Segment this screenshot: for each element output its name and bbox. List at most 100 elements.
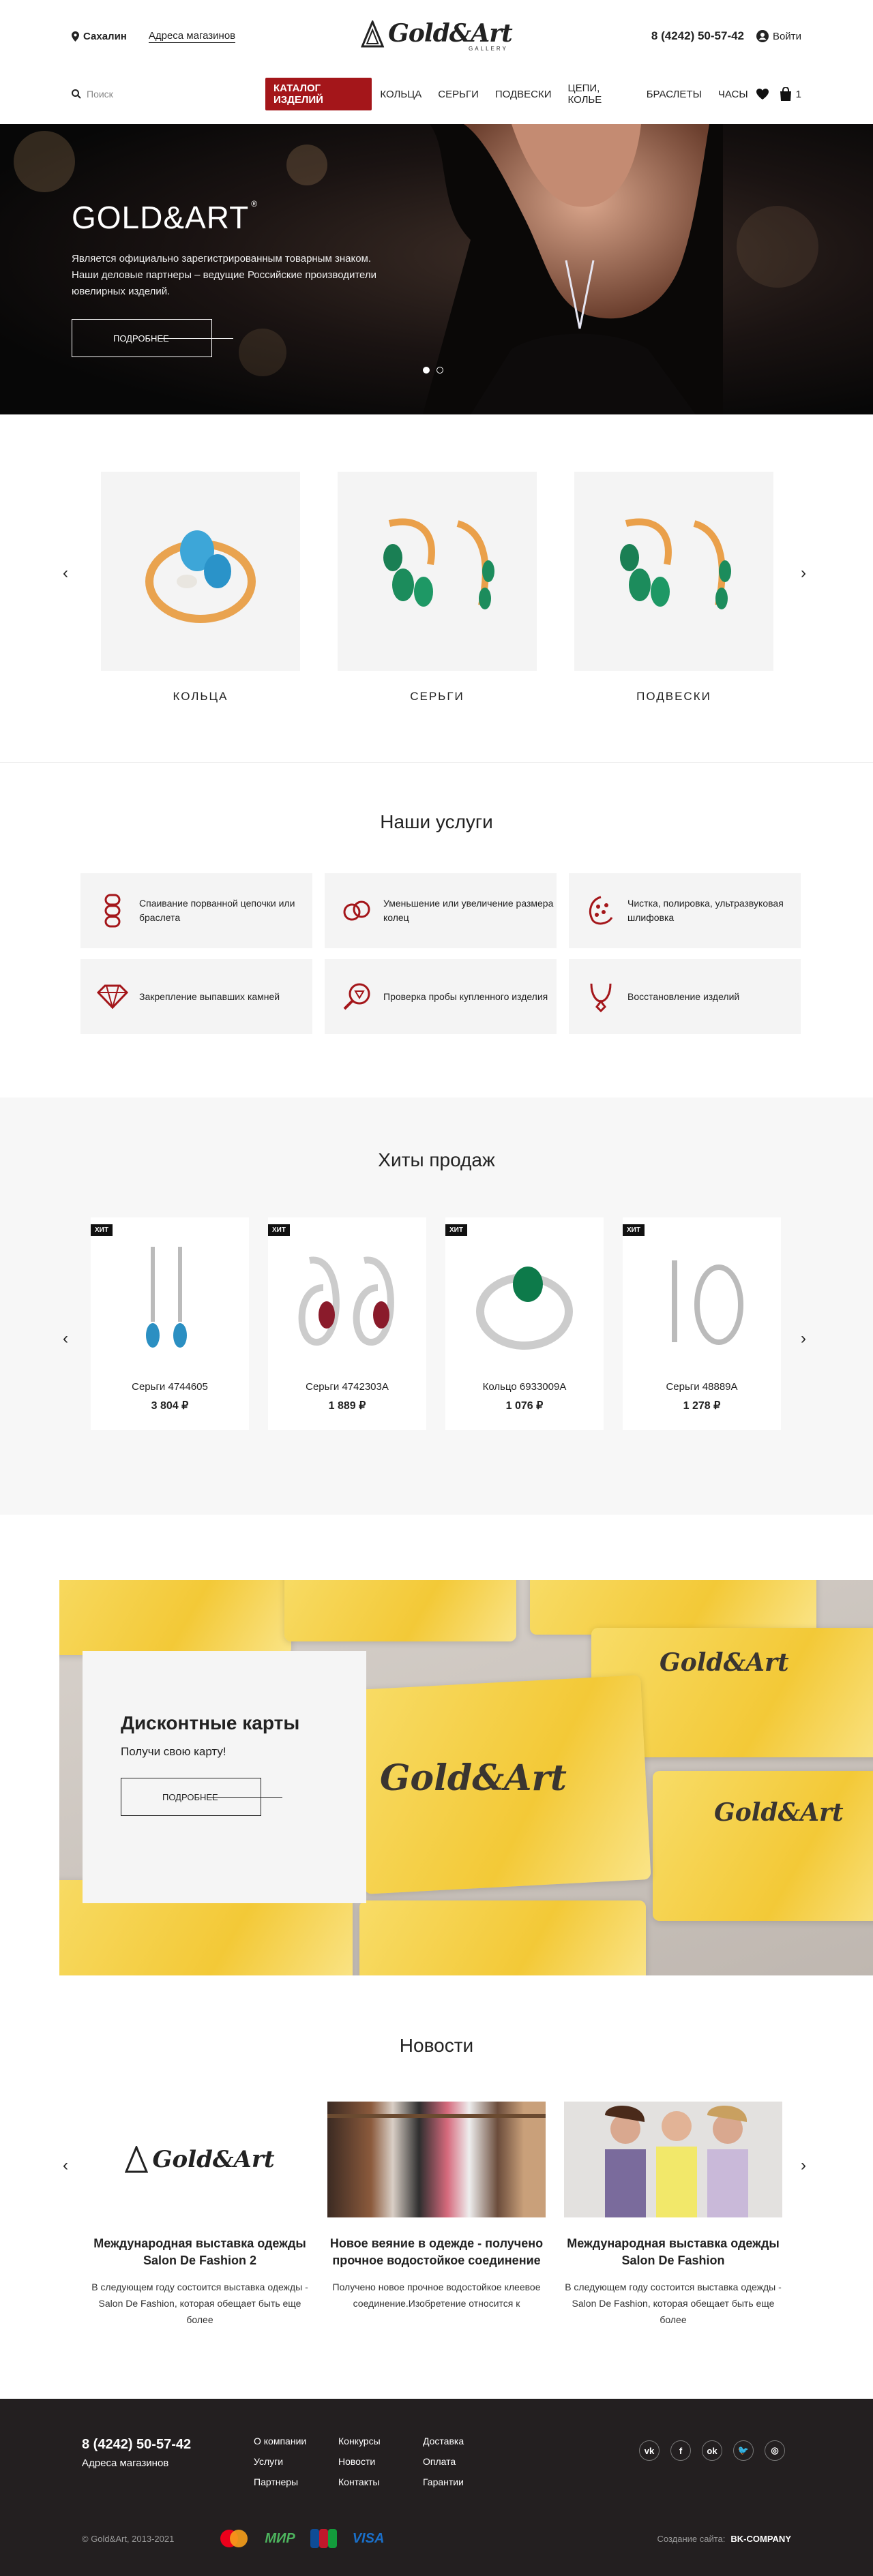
logo-triangle-icon [125, 2146, 149, 2173]
service-card[interactable]: Уменьшение или увеличение размера колец [325, 873, 557, 948]
menu-item-earrings[interactable]: СЕРЬГИ [430, 84, 487, 105]
menu-item-pendants[interactable]: ПОДВЕСКИ [487, 84, 560, 105]
news-next-arrow[interactable]: › [801, 2156, 806, 2175]
hero-slider-dots [423, 367, 443, 374]
service-card[interactable]: Закрепление выпавших камней [80, 959, 312, 1034]
news-image [564, 2102, 782, 2217]
footer-link-services[interactable]: Услуги [254, 2456, 338, 2467]
product-image [623, 1237, 781, 1366]
card-decor [359, 1900, 646, 1975]
slider-dot-active[interactable] [423, 367, 430, 374]
login-button[interactable]: Войти [756, 30, 801, 42]
footer-link-about[interactable]: О компании [254, 2436, 338, 2446]
menu-item-watches[interactable]: ЧАСЫ [710, 84, 756, 105]
logo-text: Gold&Art [388, 19, 513, 48]
user-icon [756, 30, 769, 42]
product-image [268, 1237, 426, 1366]
menu-item-chains[interactable]: ЦЕПИ, КОЛЬЕ [560, 78, 638, 110]
bokeh-light [14, 131, 75, 192]
news-item[interactable]: Gold&Art Международная выставка одежды S… [91, 2102, 309, 2328]
footer-link-payment[interactable]: Оплата [423, 2456, 507, 2467]
product-card[interactable]: ХИТ Серьги 48889А 1 278 ₽ [623, 1217, 781, 1430]
registered-mark: ® [251, 199, 258, 209]
search-placeholder: Поиск [87, 89, 113, 100]
menu-item-catalog[interactable]: КАТАЛОГ ИЗДЕЛИЙ [265, 78, 372, 110]
news-excerpt: В следующем году состоится выставка одеж… [565, 2282, 782, 2325]
models-image [564, 2102, 782, 2217]
news-headline: Международная выставка одежды Salon De F… [93, 2237, 306, 2267]
footer-link-partners[interactable]: Партнеры [254, 2476, 338, 2487]
slider-dot[interactable] [436, 367, 443, 374]
site-footer: 8 (4242) 50-57-42 Адреса магазинов О ком… [0, 2399, 873, 2576]
header-phone[interactable]: 8 (4242) 50-57-42 [651, 29, 744, 43]
product-card[interactable]: ХИТ Кольцо 6933009А 1 076 ₽ [445, 1217, 604, 1430]
product-price: 1 278 ₽ [683, 1400, 721, 1412]
footer-link-contests[interactable]: Конкурсы [338, 2436, 423, 2446]
product-name: Кольцо 6933009А [482, 1381, 567, 1393]
category-image [574, 472, 773, 671]
facebook-icon[interactable]: f [670, 2440, 691, 2461]
copyright: © Gold&Art, 2013-2021 [82, 2533, 175, 2544]
main-nav: Поиск КАТАЛОГ ИЗДЕЛИЙ КОЛЬЦА СЕРЬГИ ПОДВ… [72, 78, 801, 110]
hit-badge: ХИТ [445, 1224, 467, 1236]
hit-badge: ХИТ [623, 1224, 645, 1236]
hero-title: GOLD&ART ® [72, 199, 392, 236]
footer-link-news[interactable]: Новости [338, 2456, 423, 2467]
twitter-icon[interactable]: 🐦 [733, 2440, 754, 2461]
card-logo-text: Gold&Art [660, 1648, 789, 1677]
bag-icon [780, 87, 791, 101]
news-item[interactable]: Международная выставка одежды Salon De F… [564, 2102, 782, 2328]
news-section: Новости ‹ Gold&Art Международная выставк… [0, 2035, 873, 2325]
news-prev-arrow[interactable]: ‹ [63, 2156, 68, 2175]
news-item[interactable]: Новое веяние в одежде - получено прочное… [327, 2102, 546, 2328]
hits-prev-arrow[interactable]: ‹ [63, 1329, 68, 1348]
footer-link-delivery[interactable]: Доставка [423, 2436, 507, 2446]
bestsellers-section: Хиты продаж ‹ ХИТ Серьги 4744605 3 804 ₽… [0, 1097, 873, 1515]
heart-icon[interactable] [756, 89, 769, 100]
city-selector[interactable]: Сахалин [72, 31, 127, 42]
product-card[interactable]: ХИТ Серьги 4744605 3 804 ₽ [91, 1217, 249, 1430]
footer-shops-link[interactable]: Адреса магазинов [82, 2457, 168, 2469]
login-label: Войти [773, 30, 801, 42]
pendant-image [620, 518, 731, 609]
menu-item-bracelets[interactable]: БРАСЛЕТЫ [638, 84, 710, 105]
category-card-earrings[interactable]: СЕРЬГИ [338, 472, 537, 703]
carousel-prev-arrow[interactable]: ‹ [63, 564, 68, 583]
service-label: Закрепление выпавших камней [139, 990, 280, 1002]
site-header: Сахалин Адреса магазинов 8 (4242) 50-57-… [0, 0, 873, 110]
news-excerpt: В следующем году состоится выставка одеж… [91, 2282, 308, 2325]
vk-icon[interactable]: vk [639, 2440, 660, 2461]
creator-name[interactable]: BK-COMPANY [730, 2534, 791, 2544]
service-card[interactable]: Спаивание порванной цепочки или браслета [80, 873, 312, 948]
category-card-pendants[interactable]: ПОДВЕСКИ [574, 472, 773, 703]
shops-link[interactable]: Адреса магазинов [148, 30, 236, 43]
site-logo[interactable]: Gold&Art GALLERY [361, 19, 513, 52]
service-card[interactable]: Восстановление изделий [569, 959, 801, 1034]
hits-next-arrow[interactable]: › [801, 1329, 806, 1348]
hero-more-button[interactable]: ПОДРОБНЕЕ [72, 319, 233, 357]
product-name: Серьги 4742303А [306, 1381, 389, 1393]
discount-more-button[interactable]: ПОДРОБНЕЕ [121, 1778, 282, 1816]
instagram-icon[interactable]: ◎ [765, 2440, 785, 2461]
menu-item-rings[interactable]: КОЛЬЦА [372, 84, 430, 105]
footer-link-guarantees[interactable]: Гарантии [423, 2476, 507, 2487]
cart-button[interactable]: 1 [780, 87, 801, 101]
news-title: Новости [399, 2035, 474, 2056]
hero-banner: GOLD&ART ® Является официально зарегистри… [0, 124, 873, 414]
ring-image [145, 530, 256, 623]
footer-phone[interactable]: 8 (4242) 50-57-42 [82, 2437, 191, 2453]
carousel-next-arrow[interactable]: › [801, 564, 806, 583]
diamond-icon [95, 980, 130, 1014]
footer-link-contacts[interactable]: Контакты [338, 2476, 423, 2487]
footer-bottom: © Gold&Art, 2013-2021 МИР VISA Создание … [82, 2528, 791, 2549]
service-card[interactable]: Чистка, полировка, ультразвуковая шлифов… [569, 873, 801, 948]
services-title: Наши услуги [380, 811, 493, 832]
category-card-rings[interactable]: КОЛЬЦА [101, 472, 300, 703]
product-name: Серьги 4744605 [132, 1381, 208, 1393]
search-field[interactable]: Поиск [72, 89, 197, 100]
odnoklassniki-icon[interactable]: ok [702, 2440, 722, 2461]
hit-badge: ХИТ [91, 1224, 113, 1236]
product-card[interactable]: ХИТ Серьги 4742303А 1 889 ₽ [268, 1217, 426, 1430]
service-card[interactable]: Проверка пробы купленного изделия [325, 959, 557, 1034]
site-creator: Создание сайта: BK-COMPANY [657, 2534, 791, 2544]
